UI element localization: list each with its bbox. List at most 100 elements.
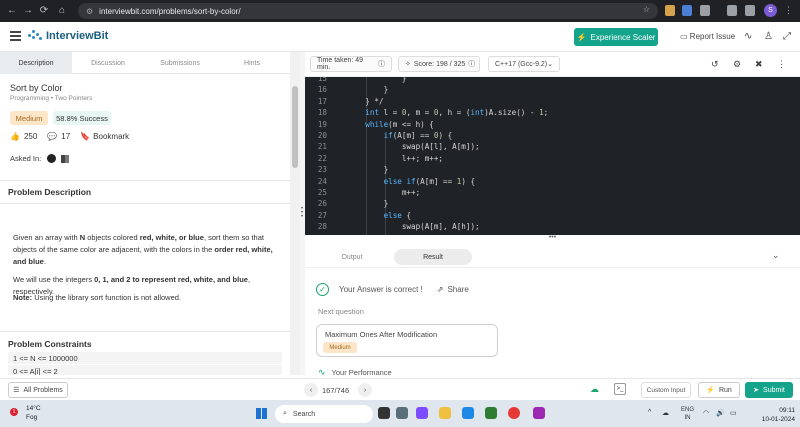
- file-explorer-icon[interactable]: [439, 407, 451, 419]
- tab-result[interactable]: Result: [394, 249, 472, 265]
- next-problem-button[interactable]: ›: [358, 383, 372, 397]
- bookmark-icon[interactable]: 🔖: [80, 132, 90, 141]
- thumbs-up-icon[interactable]: 👍: [10, 132, 20, 141]
- language-select[interactable]: C++17 (Gcc-9.2) ⌄: [488, 56, 560, 72]
- code-line[interactable]: 22 l++; m++;: [305, 154, 800, 165]
- code-line[interactable]: 15 }: [305, 77, 800, 85]
- settings-icon[interactable]: ⚙: [733, 59, 741, 70]
- report-issue-label: Report Issue: [689, 32, 736, 41]
- volume-icon[interactable]: 🔊: [716, 409, 725, 417]
- hamburger-menu-icon[interactable]: [10, 31, 21, 41]
- share-link[interactable]: Share: [447, 285, 468, 294]
- activity-icon[interactable]: ∿: [744, 31, 752, 42]
- url-text: interviewbit.com/problems/sort-by-color/: [99, 6, 241, 16]
- github-icon[interactable]: [47, 154, 57, 163]
- menu-kebab-icon[interactable]: ⋮: [784, 5, 793, 16]
- wifi-icon[interactable]: ◠: [703, 409, 709, 417]
- profile-avatar[interactable]: S: [764, 4, 777, 17]
- app-icon[interactable]: [533, 407, 545, 419]
- list-icon: ☰: [13, 387, 20, 394]
- clock[interactable]: 09:11 10-01-2024: [755, 406, 795, 424]
- success-badge: 58.8% Success: [53, 111, 111, 125]
- app-icon[interactable]: [378, 407, 390, 419]
- more-icon[interactable]: ⋮: [777, 59, 786, 70]
- run-button[interactable]: ⚡ Run: [698, 382, 740, 398]
- chevron-down-icon[interactable]: ⌄: [772, 250, 780, 261]
- report-issue-button[interactable]: ▭ Report Issue: [680, 32, 735, 41]
- next-question-card[interactable]: Maximum Ones After Modification Medium: [316, 324, 498, 357]
- reset-code-icon[interactable]: ↺: [711, 59, 719, 70]
- extension-icon[interactable]: [665, 5, 675, 16]
- output-tabs: Output Result ⌄: [305, 246, 800, 268]
- tab-discussion[interactable]: Discussion: [72, 52, 144, 74]
- comment-icon[interactable]: 💬: [47, 132, 57, 141]
- line-number: 19: [317, 119, 327, 129]
- all-problems-button[interactable]: ☰ All Problems: [8, 382, 68, 398]
- cloud-icon[interactable]: ☁: [662, 409, 669, 417]
- code-line[interactable]: 26 }: [305, 199, 800, 210]
- problem-pane: Description Discussion Submissions Hints…: [0, 52, 300, 375]
- battery-icon[interactable]: ▭: [730, 409, 737, 417]
- code-line[interactable]: 16 }: [305, 85, 800, 96]
- info-icon[interactable]: ⓘ: [378, 59, 385, 69]
- code-editor[interactable]: 15 } 16 } 17 } */18 int l = 0, m = 0, h = …: [305, 77, 800, 235]
- user-icon[interactable]: ♙: [764, 31, 773, 42]
- language-indicator[interactable]: ENG IN: [681, 406, 694, 422]
- code-line[interactable]: 19 while(m <= h) {: [305, 120, 800, 131]
- code-line[interactable]: 21 swap(A[l], A[m]);: [305, 142, 800, 153]
- code-line[interactable]: 18 int l = 0, m = 0, h = (int)A.size() -…: [305, 108, 800, 119]
- app-icon[interactable]: [485, 407, 497, 419]
- star-icon[interactable]: ☆: [643, 5, 650, 14]
- taskbar-search[interactable]: ⌕ Search: [275, 405, 373, 423]
- bookmark-label[interactable]: Bookmark: [93, 132, 129, 141]
- code-line[interactable]: 28 swap(A[m], A[h]);: [305, 222, 800, 233]
- expand-icon[interactable]: ⤢: [783, 31, 791, 42]
- submit-button[interactable]: ➤ Submit: [745, 382, 793, 398]
- tab-hints[interactable]: Hints: [216, 52, 288, 74]
- extension-icon[interactable]: [682, 5, 692, 16]
- chevron-up-icon[interactable]: ^: [648, 409, 651, 416]
- problem-tabs: Description Discussion Submissions Hints: [0, 52, 290, 74]
- code-text: }: [347, 199, 389, 209]
- code-line[interactable]: 20 if(A[m] == 0) {: [305, 131, 800, 142]
- address-bar[interactable]: ⚙ interviewbit.com/problems/sort-by-colo…: [78, 3, 658, 19]
- problem-scrollbar[interactable]: [290, 52, 300, 375]
- code-line[interactable]: 17 } */: [305, 97, 800, 108]
- close-icon[interactable]: ✖: [755, 59, 763, 70]
- weather-widget[interactable]: 1 14°C Fog: [10, 404, 41, 422]
- site-info-icon[interactable]: ⚙: [86, 7, 93, 16]
- editor-toolbar: Time taken: 49 min. ⓘ ✧ Score: 198 / 325…: [305, 52, 800, 77]
- clock-time: 09:11: [779, 407, 795, 414]
- terminal-icon[interactable]: >_: [614, 383, 626, 395]
- time-taken-text: Time taken: 49 min.: [317, 57, 364, 71]
- experience-scaler-button[interactable]: ⚡ Experience Scaler: [574, 28, 658, 46]
- chrome-icon[interactable]: [508, 407, 520, 419]
- interviewbit-logo[interactable]: InterviewBit: [28, 30, 108, 42]
- info-icon[interactable]: ⓘ: [468, 59, 475, 69]
- line-number: 17: [317, 96, 327, 106]
- custom-input-button[interactable]: Custom Input: [641, 382, 691, 398]
- code-line[interactable]: 25 m++;: [305, 188, 800, 199]
- tab-description[interactable]: Description: [0, 52, 72, 74]
- tab-submissions[interactable]: Submissions: [144, 52, 216, 74]
- windows-start-icon[interactable]: [256, 408, 267, 419]
- code-line[interactable]: 27 else {: [305, 211, 800, 222]
- share-icon[interactable]: ⇗: [437, 285, 444, 294]
- reload-icon[interactable]: ⟳: [34, 5, 54, 16]
- app-icon[interactable]: [416, 407, 428, 419]
- drag-handle-icon[interactable]: • • •: [301, 206, 303, 220]
- performance-label: Your Performance: [331, 368, 392, 377]
- home-icon[interactable]: ⌂: [52, 5, 72, 16]
- editor-resize-handle[interactable]: •••: [305, 234, 800, 241]
- microsoft-icon[interactable]: [61, 154, 70, 163]
- code-line[interactable]: 23 }: [305, 165, 800, 176]
- app-icon[interactable]: [396, 407, 408, 419]
- tab-output[interactable]: Output: [313, 249, 391, 265]
- prev-problem-button[interactable]: ‹: [304, 383, 318, 397]
- code-line[interactable]: 24 else if(A[m] == 1) {: [305, 177, 800, 188]
- reading-list-icon[interactable]: [727, 5, 737, 16]
- code-text: swap(A[m], A[h]);: [347, 222, 480, 232]
- edge-icon[interactable]: [462, 407, 474, 419]
- sidebar-icon[interactable]: [745, 5, 755, 16]
- extensions-puzzle-icon[interactable]: [700, 5, 710, 16]
